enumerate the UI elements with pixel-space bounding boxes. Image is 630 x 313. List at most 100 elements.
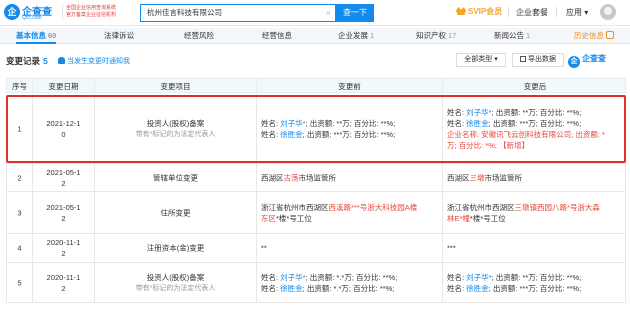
change-date-line1: 2021-12-1	[46, 119, 81, 128]
tab-development[interactable]: 企业发展 1	[338, 28, 374, 43]
filter-label: 全部类型	[464, 56, 493, 63]
cell-before: 姓名: 刘子华*; 出资额: **万; 百分比: **%; 姓名: 徐胜金; 出资…	[257, 95, 443, 163]
value-text: 姓名:	[447, 108, 467, 117]
row-number: 2	[17, 173, 22, 182]
value-text: 姓名:	[261, 130, 281, 139]
tab-count: 60	[48, 31, 57, 40]
tab-basic-info[interactable]: 基本信息 60	[16, 28, 57, 44]
tab-count: 17	[448, 31, 457, 40]
th-after: 变更后	[523, 82, 547, 91]
value-text: 姓名:	[261, 119, 281, 128]
cell-date: 2020-11-1 2	[33, 234, 95, 262]
value-text: 姓名:	[447, 119, 467, 128]
row-number: 3	[17, 208, 22, 217]
person-link[interactable]: 刘子华*	[280, 119, 305, 128]
tab-count: 1	[526, 31, 531, 40]
change-date-line1: 2020-11-1	[46, 238, 81, 247]
tab-news[interactable]: 新闻公告 1	[494, 28, 530, 43]
cell-no-content: 4	[7, 243, 32, 254]
value-text: *楼*号工位	[276, 213, 312, 223]
slogan-line-1: 全国企业信用查询系统	[66, 5, 117, 11]
cell-date-content: 2020-11-1 2	[33, 237, 94, 259]
cell-before-content: 浙江省杭州市西湖区西溪路***号浙大科技园A楼 东区*楼*号工位	[257, 202, 442, 224]
avatar[interactable]	[600, 4, 616, 20]
tab-bar: 基本信息 60 法律诉讼 经营风险 经营信息 企业发展 1 知识产权 17 新闻公告 1…	[0, 28, 630, 44]
tab-legal[interactable]: 法律诉讼	[104, 28, 134, 43]
th-before: 变更前	[257, 79, 443, 94]
top-bar: 企 企查查 Qcc.com 全国企业信用查询系统 官方备案企业征信机构 杭州佳言…	[0, 0, 630, 26]
row-number: 5	[17, 278, 22, 287]
clear-icon[interactable]: ×	[326, 5, 331, 21]
after-line: 企业名称: 安徽讯飞云创科技有限公司; 出资额: *	[447, 129, 623, 140]
cell-no-content: 3	[7, 207, 32, 218]
value-text: 三墩	[469, 173, 485, 182]
person-link[interactable]: 徐胜金	[280, 130, 303, 139]
after-line: 姓名: 刘子华*; 出资额: **万; 百分比: **%;	[447, 272, 623, 283]
tab-label: 新闻公告	[494, 31, 524, 40]
chevron-down-icon: ▾	[584, 8, 589, 17]
before-line: 东区*楼*号工位	[261, 213, 438, 224]
export-button[interactable]: 导出数据	[512, 53, 564, 67]
tab-ip[interactable]: 知识产权 17	[416, 28, 456, 43]
cell-before-content: **	[257, 243, 442, 254]
value-text: 姓名:	[447, 283, 467, 293]
cell-date: 2021-12-1 0	[33, 95, 95, 163]
person-link[interactable]: 徐胜金	[466, 119, 489, 128]
logo-mark-icon: 企	[4, 4, 20, 20]
svip-link[interactable]: SVIP会员	[456, 6, 502, 17]
value-text: ; 出资额: *.*万; 百分比: **%;	[305, 272, 398, 282]
search-button[interactable]: 查一下	[336, 4, 374, 22]
before-line: 浙江省杭州市西湖区西溪路***号浙大科技园A楼	[261, 202, 438, 213]
nav-apps[interactable]: 应用 ▾	[566, 7, 588, 18]
after-line: 西湖区三墩市场监管所	[447, 172, 623, 183]
search-input[interactable]: 杭州佳言科技有限公司 ×	[140, 4, 336, 22]
person-link[interactable]: 刘子华*	[466, 273, 491, 282]
cell-before: 西湖区古荡市场监管所	[257, 164, 443, 191]
th-date: 变更日期	[33, 79, 95, 94]
value-text: 浙江省杭州市西湖区	[447, 202, 515, 212]
before-line: 姓名: 刘子华*; 出资额: *.*万; 百分比: **%;	[261, 272, 438, 283]
notify-link[interactable]: 当发生变更时通知我	[58, 56, 130, 66]
value-text: ; 出资额: **万; 百分比: **%;	[491, 272, 582, 282]
cell-before: 浙江省杭州市西湖区西溪路***号浙大科技园A楼 东区*楼*号工位	[257, 192, 443, 233]
before-line: 姓名: 徐胜金; 出资额: ***万; 百分比: **%;	[261, 129, 438, 140]
cell-no-content: 1	[7, 124, 32, 135]
cell-date: 2020-11-1 2	[33, 263, 95, 302]
crown-icon	[456, 7, 466, 15]
value-text: 市场监管所	[484, 173, 523, 182]
cell-date-content: 2021-05-1 2	[33, 167, 94, 189]
change-item: 注册资本(金)变更	[146, 243, 205, 253]
change-item: 住所变更	[160, 208, 191, 217]
value-text: ***	[447, 243, 456, 253]
filter-type-dropdown[interactable]: 全部类型 ▾	[456, 53, 506, 67]
nav-enterprise-package[interactable]: 企业套餐	[516, 7, 548, 18]
qcc-logo[interactable]: 企 企查查 Qcc.com	[4, 3, 60, 23]
table-row: 1 2021-12-1 0 投资人(股权)备案 带有*标记的为法定代表人 姓名: 刘子华*…	[6, 95, 626, 164]
value-text: 姓名:	[447, 272, 467, 282]
person-link[interactable]: 徐胜金	[280, 284, 303, 293]
value-text: 姓名:	[261, 283, 281, 293]
tab-label: 经营风险	[184, 31, 214, 40]
cell-no: 2	[7, 164, 33, 191]
chevron-down-icon: ▾	[494, 56, 498, 63]
tab-history[interactable]: 历史信息	[574, 28, 614, 43]
value-text: ; 出资额: ***万; 百分比: **%;	[488, 119, 582, 128]
cell-after: 西湖区三墩市场监管所	[443, 164, 627, 191]
cell-after: 浙江省杭州市西湖区三墩镇西园八路*号浙大森 林E*幢*楼*号工位	[443, 192, 627, 233]
tab-business-info[interactable]: 经营信息	[262, 28, 292, 43]
after-line: ***	[447, 243, 623, 254]
value-text: ; 出资额: ***万; 百分比: **%;	[302, 130, 396, 139]
cell-no: 5	[7, 263, 33, 302]
qcc-brand: 企企查查	[568, 53, 606, 68]
table-header: 序号 变更日期 变更项目 变更前 变更后	[6, 78, 626, 94]
value-text: 企业名称: 安徽讯飞云创科技有限公司; 出资额: *	[447, 130, 605, 139]
before-line: 姓名: 徐胜金; 出资额: *.*万; 百分比: **%;	[261, 283, 438, 294]
person-link[interactable]: 徐胜金	[466, 284, 489, 293]
row-number: 4	[17, 243, 22, 253]
person-link[interactable]: 刘子华*	[280, 273, 305, 282]
tab-business-risk[interactable]: 经营风险	[184, 28, 214, 43]
value-text: 西湖区	[261, 173, 284, 182]
history-icon	[606, 31, 614, 39]
nav-apps-label: 应用	[566, 8, 582, 17]
person-link[interactable]: 刘子华*	[466, 108, 491, 117]
